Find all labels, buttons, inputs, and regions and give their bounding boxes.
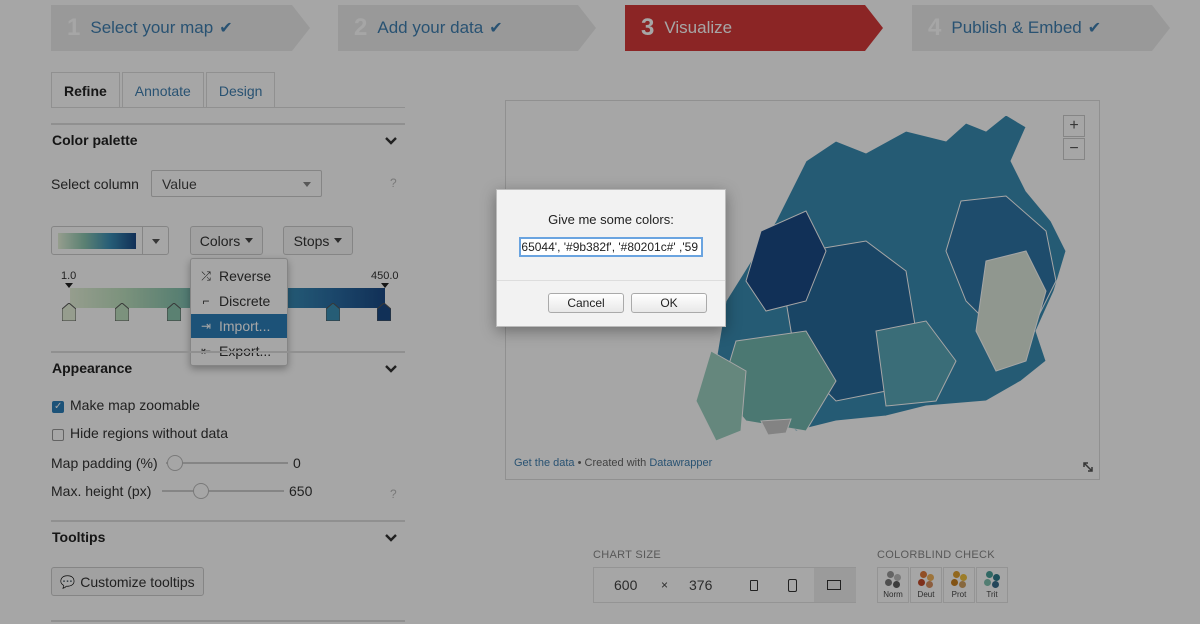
prompt-dialog: Give me some colors: 59', '#b65044', '#9…: [496, 189, 726, 327]
colors-input[interactable]: 59', '#b65044', '#9b382f', '#80201c': [519, 237, 703, 257]
dialog-message: Give me some colors:: [548, 212, 674, 227]
ok-button[interactable]: OK: [631, 293, 707, 313]
cancel-button[interactable]: Cancel: [548, 293, 624, 313]
dialog-divider: [497, 280, 725, 281]
